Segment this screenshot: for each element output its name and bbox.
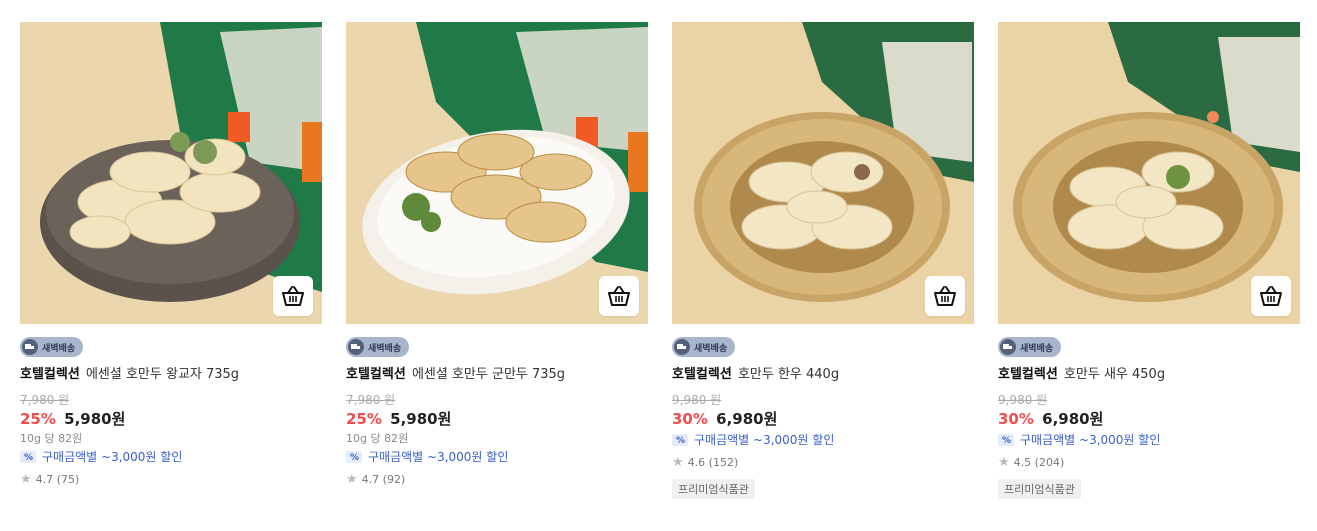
price-row: 25% 5,980원 [346,409,648,429]
delivery-badge-label: 새벽배송 [1020,343,1054,354]
add-to-cart-button[interactable] [599,276,639,316]
sale-price: 6,980원 [1042,410,1104,428]
discount-rate: 25% [20,410,56,428]
truck-icon [348,339,364,355]
percent-icon [672,433,688,449]
star-icon: ★ [998,455,1010,470]
product-card[interactable]: 새벽배송 호텔컬렉션 호만두 새우 450g 9,980 원 30% 6,980… [998,22,1300,499]
sale-price: 5,980원 [390,410,452,428]
percent-icon [346,450,362,466]
discount-rate: 30% [672,410,708,428]
coupon-info: 구매금액별 ~3,000원 할인 [672,432,974,449]
percent-icon [998,433,1014,449]
review-count: (204) [1034,456,1065,469]
brand-name: 호텔컬렉션 [998,367,1058,382]
delivery-badge: 새벽배송 [20,337,84,357]
basket-icon [608,286,630,306]
review-count: (92) [382,473,406,486]
basket-icon [282,286,304,306]
rating-score: 4.5 [1013,456,1032,469]
brand-name: 호텔컬렉션 [346,367,406,382]
delivery-badge: 새벽배송 [672,337,736,357]
discount-rate: 25% [346,410,382,428]
percent-icon [20,450,36,466]
original-price: 9,980 원 [672,393,722,407]
product-image[interactable] [20,22,322,324]
basket-icon [1260,286,1282,306]
premium-tag: 프리미엄식품관 [672,479,755,499]
sale-price: 6,980원 [716,410,778,428]
delivery-badge-label: 새벽배송 [368,343,402,354]
star-icon: ★ [20,472,32,487]
review-count: (75) [56,473,80,486]
add-to-cart-button[interactable] [273,276,313,316]
add-to-cart-button[interactable] [925,276,965,316]
rating-score: 4.7 [35,473,54,486]
rating-score: 4.7 [361,473,380,486]
product-title[interactable]: 호텔컬렉션 호만두 새우 450g [998,366,1300,384]
product-card[interactable]: 새벽배송 호텔컬렉션 에센셜 호만두 군만두 735g 7,980 원 25% … [346,22,648,487]
original-price: 7,980 원 [346,393,396,407]
product-title[interactable]: 호텔컬렉션 에센셜 호만두 왕교자 735g [20,366,322,384]
product-image[interactable] [672,22,974,324]
price-row: 30% 6,980원 [672,409,974,429]
coupon-text: 구매금액별 ~3,000원 할인 [694,433,835,447]
product-name: 에센셜 호만두 왕교자 735g [85,367,240,382]
delivery-badge-label: 새벽배송 [694,343,728,354]
coupon-text: 구매금액별 ~3,000원 할인 [1020,433,1161,447]
coupon-text: 구매금액별 ~3,000원 할인 [368,450,509,464]
coupon-info: 구매금액별 ~3,000원 할인 [20,449,322,466]
coupon-info: 구매금액별 ~3,000원 할인 [346,449,648,466]
brand-name: 호텔컬렉션 [20,367,80,382]
rating: ★ 4.5 (204) [998,456,1300,470]
basket-icon [934,286,956,306]
unit-price: 10g 당 82원 [20,432,83,445]
product-card[interactable]: 새벽배송 호텔컬렉션 호만두 한우 440g 9,980 원 30% 6,980… [672,22,974,499]
product-name: 에센셜 호만두 군만두 735g [411,367,566,382]
star-icon: ★ [346,472,358,487]
sale-price: 5,980원 [64,410,126,428]
product-name: 호만두 새우 450g [1063,367,1166,382]
coupon-info: 구매금액별 ~3,000원 할인 [998,432,1300,449]
product-card[interactable]: 새벽배송 호텔컬렉션 에센셜 호만두 왕교자 735g 7,980 원 25% … [20,22,322,487]
product-title[interactable]: 호텔컬렉션 호만두 한우 440g [672,366,974,384]
price-row: 30% 6,980원 [998,409,1300,429]
premium-tag: 프리미엄식품관 [998,479,1081,499]
rating: ★ 4.7 (75) [20,473,322,487]
delivery-badge-label: 새벽배송 [42,343,76,354]
add-to-cart-button[interactable] [1251,276,1291,316]
product-image[interactable] [346,22,648,324]
product-image[interactable] [998,22,1300,324]
truck-icon [22,339,38,355]
brand-name: 호텔컬렉션 [672,367,732,382]
review-count: (152) [708,456,739,469]
price-row: 25% 5,980원 [20,409,322,429]
unit-price: 10g 당 82원 [346,432,409,445]
rating: ★ 4.6 (152) [672,456,974,470]
coupon-text: 구매금액별 ~3,000원 할인 [42,450,183,464]
rating-score: 4.6 [687,456,706,469]
original-price: 7,980 원 [20,393,70,407]
rating: ★ 4.7 (92) [346,473,648,487]
truck-icon [1000,339,1016,355]
delivery-badge: 새벽배송 [346,337,410,357]
original-price: 9,980 원 [998,393,1048,407]
product-name: 호만두 한우 440g [737,367,840,382]
discount-rate: 30% [998,410,1034,428]
truck-icon [674,339,690,355]
product-title[interactable]: 호텔컬렉션 에센셜 호만두 군만두 735g [346,366,648,384]
delivery-badge: 새벽배송 [998,337,1062,357]
star-icon: ★ [672,455,684,470]
